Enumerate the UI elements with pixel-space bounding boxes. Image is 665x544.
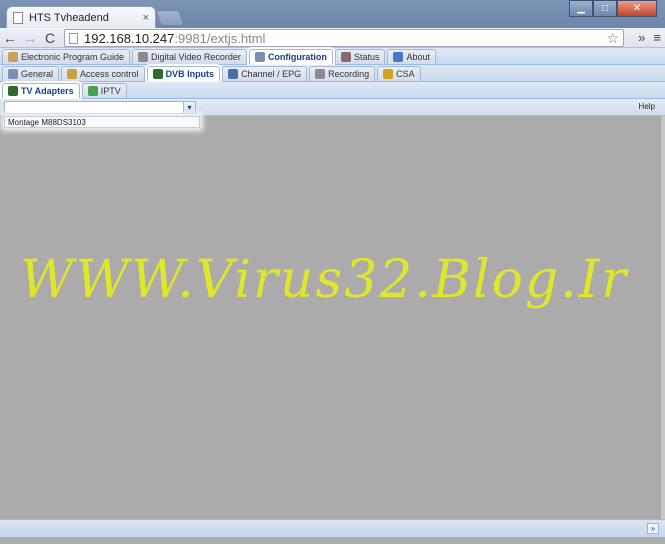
tab-icon — [315, 69, 326, 79]
dvb-tab-iptv[interactable]: IPTV — [81, 83, 127, 98]
status-bar: » — [0, 519, 665, 537]
dvb-tabbar: TV Adapters IPTV — [0, 82, 665, 99]
bookmark-star-icon[interactable]: ☆ — [606, 30, 619, 47]
close-window-button[interactable]: ✕ — [617, 0, 657, 17]
url-rest: :9981/extjs.html — [174, 30, 266, 46]
config-tabbar: General Access control DVB Inputs Channel /… — [0, 65, 665, 82]
config-tab-csa[interactable]: CSA — [377, 66, 421, 81]
dvb-tab-tv-adapters[interactable]: TV Adapters — [2, 83, 80, 98]
tab-label: Configuration — [267, 52, 327, 62]
tab-icon — [383, 69, 394, 79]
browser-toolbar: ← → C 192.168.10.247:9981/extjs.html ☆ »… — [0, 28, 665, 48]
url-host: 192.168.10.247 — [84, 30, 175, 46]
config-tab-channel-epg[interactable]: Channel / EPG — [222, 66, 308, 81]
adapter-option[interactable]: Montage M88DS3103 — [4, 116, 200, 128]
config-tab-dvb-inputs[interactable]: DVB Inputs — [146, 66, 221, 81]
config-tab-general[interactable]: General — [2, 66, 60, 81]
url-text: 192.168.10.247:9981/extjs.html — [84, 31, 265, 46]
tab-icon — [87, 86, 98, 96]
tab-icon — [8, 52, 18, 62]
tab-label: CSA — [396, 69, 415, 79]
browser-tab[interactable]: HTS Tvheadend × — [6, 6, 156, 28]
page-icon — [13, 11, 23, 24]
config-tab-access-control[interactable]: Access control — [61, 66, 145, 81]
config-tab-recording[interactable]: Recording — [309, 66, 376, 81]
tab-title: HTS Tvheadend — [29, 11, 109, 24]
extensions-overflow-icon[interactable]: » — [638, 30, 645, 45]
forward-button[interactable]: → — [20, 30, 40, 46]
tab-label: Access control — [80, 69, 139, 79]
tab-configuration[interactable]: Configuration — [248, 49, 333, 64]
tab-label: Digital Video Recorder — [151, 52, 241, 62]
tab-label: Electronic Program Guide — [21, 52, 125, 62]
tab-close-icon[interactable]: × — [143, 12, 149, 24]
tab-icon — [254, 52, 265, 62]
main-tabbar: Electronic Program Guide Digital Video Re… — [0, 48, 665, 65]
tab-icon — [67, 69, 78, 79]
tab-label: Recording — [328, 69, 370, 79]
tab-label: IPTV — [100, 86, 121, 96]
tab-icon — [393, 52, 404, 62]
new-tab-button[interactable] — [155, 10, 185, 26]
minimize-button[interactable]: ▁ — [569, 0, 593, 17]
tab-digital-video-recorder[interactable]: Digital Video Recorder — [132, 49, 247, 64]
tab-label: DVB Inputs — [165, 69, 215, 79]
collapse-up-icon[interactable]: » — [647, 523, 659, 534]
chevron-down-icon[interactable]: ▾ — [183, 102, 195, 113]
reload-button[interactable]: C — [40, 30, 60, 46]
tab-icon — [138, 52, 149, 62]
tab-label: TV Adapters — [21, 86, 74, 96]
tab-icon — [228, 69, 239, 79]
adapter-toolbar: ▾ Help — [0, 99, 665, 116]
page-scrollbar[interactable] — [661, 116, 665, 519]
tab-electronic-program-guide[interactable]: Electronic Program Guide — [2, 49, 131, 64]
tab-label: Status — [353, 52, 380, 62]
address-bar[interactable]: 192.168.10.247:9981/extjs.html ☆ — [64, 29, 624, 47]
tvheadend-page: Electronic Program Guide Digital Video Re… — [0, 48, 665, 544]
help-button[interactable]: Help — [639, 102, 655, 111]
tab-label: General — [21, 69, 54, 79]
back-button[interactable]: ← — [0, 30, 20, 46]
tab-label: Channel / EPG — [241, 69, 302, 79]
browser-menu-icon[interactable]: ≡ — [653, 30, 661, 45]
tab-about[interactable]: About — [387, 49, 436, 64]
window-titlebar: HTS Tvheadend × ▁ □ ✕ — [0, 0, 665, 28]
tab-status[interactable]: Status — [334, 49, 386, 64]
tab-icon — [340, 52, 351, 62]
watermark-text: WWW.Virus32.Blog.Ir — [20, 250, 629, 310]
tab-label: About — [406, 52, 430, 62]
adapter-select[interactable]: ▾ — [4, 101, 196, 114]
page-icon — [69, 32, 78, 44]
tab-icon — [8, 69, 18, 79]
tab-icon — [8, 86, 18, 96]
tab-icon — [152, 69, 163, 79]
window-controls: ▁ □ ✕ — [569, 0, 657, 17]
maximize-button[interactable]: □ — [593, 0, 617, 17]
